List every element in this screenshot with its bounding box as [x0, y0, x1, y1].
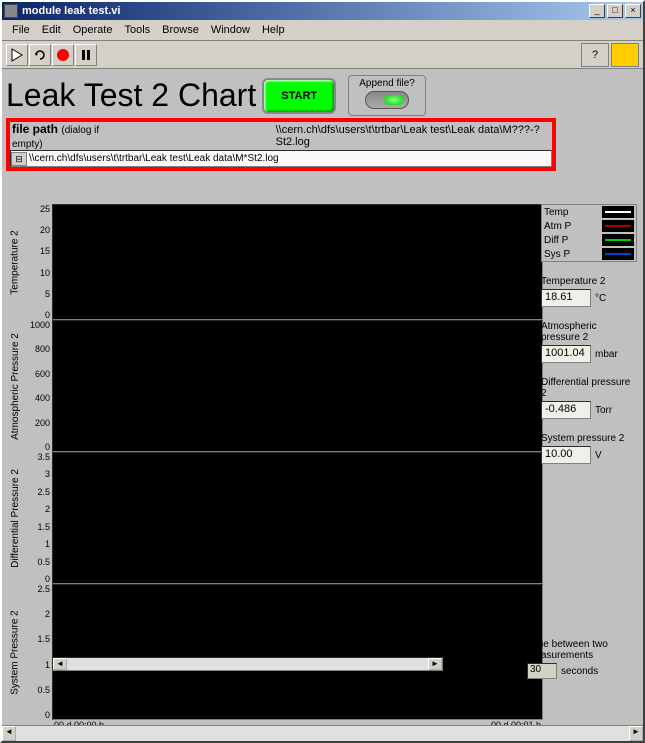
chart2-ylabel: Atmospheric Pressure 2	[10, 333, 21, 440]
chart-area: Temperature 2 2520151050 Atmospheric Pre…	[8, 204, 543, 693]
chart4-ylabel: System Pressure 2	[10, 610, 21, 694]
menu-browse[interactable]: Browse	[156, 22, 205, 38]
reading-atm: Atmospheric pressure 2 1001.04mbar	[541, 321, 637, 363]
sys-value[interactable]: 10.00	[541, 446, 591, 464]
right-panel: Temp Atm P Diff P Sys P Temperature 2 18…	[541, 204, 637, 464]
chart1-yticks: 2520151050	[22, 204, 52, 320]
minimize-button[interactable]: _	[589, 4, 605, 18]
chart-diff-pressure[interactable]	[52, 452, 543, 584]
chart-sys-pressure[interactable]	[52, 584, 543, 720]
maximize-button[interactable]: □	[607, 4, 623, 18]
menu-operate[interactable]: Operate	[67, 22, 119, 38]
temp-value[interactable]: 18.61	[541, 289, 591, 307]
atm-value[interactable]: 1001.04	[541, 345, 591, 363]
context-help-button[interactable]: ?	[581, 43, 609, 67]
default-path-text: \\cern.ch\dfs\users\t\trtbar\Leak test\L…	[126, 124, 552, 148]
run-button[interactable]	[6, 44, 28, 66]
temp-unit: °C	[595, 293, 606, 304]
file-path-value: \\cern.ch\dfs\users\t\trtbar\Leak test\L…	[27, 153, 551, 164]
menu-window[interactable]: Window	[205, 22, 256, 38]
scroll-right-icon[interactable]: ►	[428, 658, 442, 670]
legend: Temp Atm P Diff P Sys P	[541, 204, 637, 262]
run-continuous-button[interactable]	[29, 44, 51, 66]
abort-button[interactable]	[52, 44, 74, 66]
window-hscrollbar[interactable]: ◄ ►	[2, 725, 643, 741]
win-scroll-right-icon[interactable]: ►	[629, 726, 643, 741]
titlebar: module leak test.vi _ □ ×	[2, 2, 643, 20]
xaxis-ticks: 00 d 00:00 h00 d 00:01 h	[52, 720, 543, 725]
stop-icon	[57, 49, 69, 61]
append-file-group: Append file?	[348, 75, 426, 116]
menubar: File Edit Operate Tools Browse Window He…	[2, 20, 643, 41]
file-path-label: file path (dialog if empty)	[10, 122, 126, 150]
menu-help[interactable]: Help	[256, 22, 291, 38]
legend-item-atmp[interactable]: Atm P	[542, 219, 636, 233]
time-between-group: Time between two measurements 30 seconds	[527, 639, 637, 679]
legend-item-temp[interactable]: Temp	[542, 205, 636, 219]
reading-temp: Temperature 2 18.61°C	[541, 276, 637, 307]
start-button[interactable]: START	[262, 78, 336, 114]
reading-sys: System pressure 2 10.00V	[541, 433, 637, 464]
chart-scrollbar[interactable]: ◄ ►	[52, 657, 443, 671]
chart4-yticks: 2.521.510.50	[22, 584, 52, 720]
vi-icon[interactable]	[611, 43, 639, 67]
append-file-label: Append file?	[359, 78, 415, 89]
atm-unit: mbar	[595, 349, 618, 360]
window-title: module leak test.vi	[22, 5, 587, 17]
scroll-left-icon[interactable]: ◄	[53, 658, 67, 670]
menu-tools[interactable]: Tools	[118, 22, 156, 38]
chart-temperature[interactable]	[52, 204, 543, 320]
time-between-label: Time between two measurements	[527, 639, 637, 661]
chart2-yticks: 10008006004002000	[22, 320, 52, 452]
app-icon	[4, 4, 18, 18]
toolbar: ?	[2, 41, 643, 69]
chart-atm-pressure[interactable]	[52, 320, 543, 452]
diff-unit: Torr	[595, 405, 612, 416]
legend-item-sysp[interactable]: Sys P	[542, 247, 636, 261]
legend-item-diffp[interactable]: Diff P	[542, 233, 636, 247]
time-between-value[interactable]: 30	[527, 663, 557, 679]
close-button[interactable]: ×	[625, 4, 641, 18]
file-path-control[interactable]: ⊟ \\cern.ch\dfs\users\t\trtbar\Leak test…	[10, 150, 552, 167]
page-title: Leak Test 2 Chart	[6, 77, 256, 114]
chart3-yticks: 3.532.521.510.50	[22, 452, 52, 584]
win-scroll-left-icon[interactable]: ◄	[2, 726, 16, 741]
chart1-ylabel: Temperature 2	[10, 230, 21, 294]
highlight-box: file path (dialog if empty) \\cern.ch\df…	[6, 118, 556, 171]
pause-button[interactable]	[75, 44, 97, 66]
front-panel: Leak Test 2 Chart START Append file? fil…	[2, 69, 643, 725]
main-window: module leak test.vi _ □ × File Edit Oper…	[0, 0, 645, 743]
menu-edit[interactable]: Edit	[36, 22, 67, 38]
diff-value[interactable]: -0.486	[541, 401, 591, 419]
reading-diff: Differential pressure 2 -0.486Torr	[541, 377, 637, 419]
menu-file[interactable]: File	[6, 22, 36, 38]
time-between-unit: seconds	[561, 666, 598, 677]
chart3-ylabel: Differential Pressure 2	[10, 469, 21, 568]
sys-unit: V	[595, 450, 602, 461]
browse-icon[interactable]: ⊟	[11, 152, 27, 166]
append-file-toggle[interactable]	[365, 91, 409, 109]
